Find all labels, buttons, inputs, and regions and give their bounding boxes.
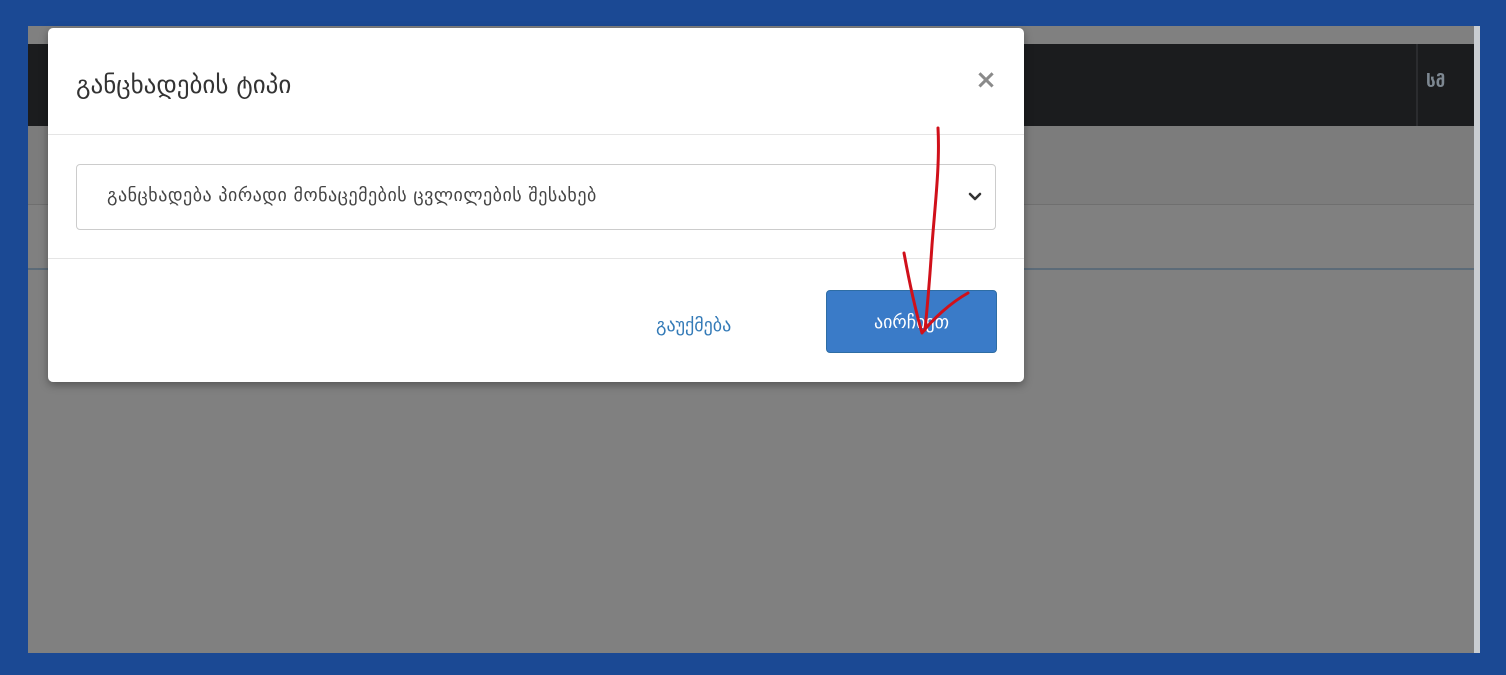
application-type-select[interactable]: განცხადება პირადი მონაცემების ცვლილების … [76, 164, 996, 230]
modal-body: განცხადება პირადი მონაცემების ცვლილების … [48, 135, 1024, 259]
select-value: განცხადება პირადი მონაცემების ცვლილების … [107, 185, 597, 206]
modal-header: განცხადების ტიპი × [48, 28, 1024, 135]
scrollbar-track[interactable] [1474, 26, 1480, 653]
modal-title: განცხადების ტიპი [76, 70, 292, 99]
application-type-modal: განცხადების ტიპი × განცხადება პირადი მონ… [48, 28, 1024, 382]
modal-footer: გაუქმება აირჩიეთ [48, 259, 1024, 382]
chevron-down-icon [968, 192, 982, 201]
choose-button[interactable]: აირჩიეთ [826, 290, 997, 353]
cancel-button[interactable]: გაუქმება [656, 315, 731, 336]
navbar-divider [1416, 44, 1418, 126]
close-icon[interactable]: × [968, 62, 1004, 98]
navbar-user-text[interactable]: სმ [1426, 72, 1445, 92]
